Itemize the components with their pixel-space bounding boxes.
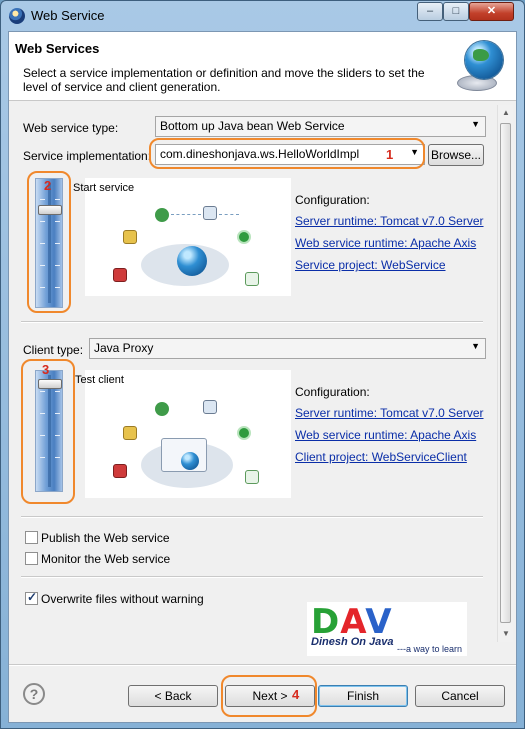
service-level-label: Start service [73,182,135,194]
separator [21,516,483,518]
service-server-runtime-link[interactable]: Server runtime: Tomcat v7.0 Server [295,214,484,228]
overwrite-label: Overwrite files without warning [41,592,204,606]
assemble-icon [123,426,137,440]
client-type-value: Java Proxy [94,341,154,355]
maximize-button[interactable]: □ [443,2,469,21]
wizard-header: Web Services Select a service implementa… [9,32,516,101]
run-icon [237,426,251,440]
minimize-button[interactable]: – [417,2,443,21]
scrollbar-thumb[interactable] [500,123,511,623]
monitor-label: Monitor the Web service [41,552,171,566]
client-globe-icon [181,452,199,470]
web-service-type-label: Web service type: [23,121,119,135]
help-icon[interactable]: ? [23,683,45,705]
run-icon [237,230,251,244]
client-type-select[interactable]: Java Proxy ▼ [89,338,486,359]
web-service-type-select[interactable]: Bottom up Java bean Web Service ▼ [155,116,486,137]
cancel-button[interactable]: Cancel [415,685,505,707]
test-icon [245,470,259,484]
globe-icon [465,41,503,79]
deploy-icon [203,400,217,414]
client-diagram: Test client [75,370,291,498]
window-title: Web Service [31,8,105,23]
close-button[interactable]: ✕ [469,2,514,21]
separator [21,321,483,323]
footer-separator [9,664,516,666]
develop-icon [113,268,127,282]
annotation-ring-3 [21,359,75,504]
dropdown-arrow-icon: ▼ [471,341,480,351]
publish-label: Publish the Web service [41,531,170,545]
service-implementation-label: Service implementation: [23,149,152,163]
dav-logo: DAV Dinesh On Java ---a way to learn [307,602,467,656]
browse-button[interactable]: Browse... [428,144,484,166]
client-level-label: Test client [75,374,124,386]
web-service-window: Web Service – □ ✕ Web Services Select a … [0,0,525,729]
back-button[interactable]: < Back [128,685,218,707]
client-type-label: Client type: [23,343,84,357]
dav-logo-subtitle: Dinesh On Java [311,636,394,648]
client-configuration-label: Configuration: [295,385,370,399]
annotation-ring-1 [149,138,425,169]
monitor-checkbox[interactable] [25,552,38,565]
client-web-service-runtime-link[interactable]: Web service runtime: Apache Axis [295,428,476,442]
client-server-runtime-link[interactable]: Server runtime: Tomcat v7.0 Server [295,406,484,420]
scroll-up-icon[interactable]: ▲ [498,105,514,121]
dav-logo-tagline: ---a way to learn [397,644,463,654]
annotation-number-2: 2 [44,178,52,193]
page-description: Select a service implementation or defin… [23,66,425,94]
title-bar: Web Service – □ ✕ [1,1,524,31]
vertical-scrollbar[interactable]: ▲ ▼ [497,105,513,642]
dropdown-arrow-icon: ▼ [471,119,480,129]
service-web-service-runtime-link[interactable]: Web service runtime: Apache Axis [295,236,476,250]
service-project-link[interactable]: Service project: WebService [295,258,446,272]
assemble-icon [123,230,137,244]
annotation-ring-4 [221,675,317,717]
annotation-number-3: 3 [42,362,50,377]
web-service-type-value: Bottom up Java bean Web Service [160,119,345,133]
page-title: Web Services [15,41,100,56]
client-project-link[interactable]: Client project: WebServiceClient [295,450,467,464]
develop-icon [113,464,127,478]
service-configuration-label: Configuration: [295,193,370,207]
wizard-page: Web Services Select a service implementa… [8,31,517,723]
start-icon [155,208,169,222]
service-diagram: Start service [73,178,291,296]
finish-button[interactable]: Finish [318,685,408,707]
annotation-number-1: 1 [386,147,394,162]
start-icon [155,402,169,416]
publish-checkbox[interactable] [25,531,38,544]
annotation-number-4: 4 [292,687,300,702]
service-globe-icon [177,246,207,276]
test-icon [245,272,259,286]
deploy-icon [203,206,217,220]
scroll-down-icon[interactable]: ▼ [498,626,514,642]
web-service-app-icon [9,8,25,24]
overwrite-checkbox[interactable] [25,590,38,605]
separator [21,576,483,578]
